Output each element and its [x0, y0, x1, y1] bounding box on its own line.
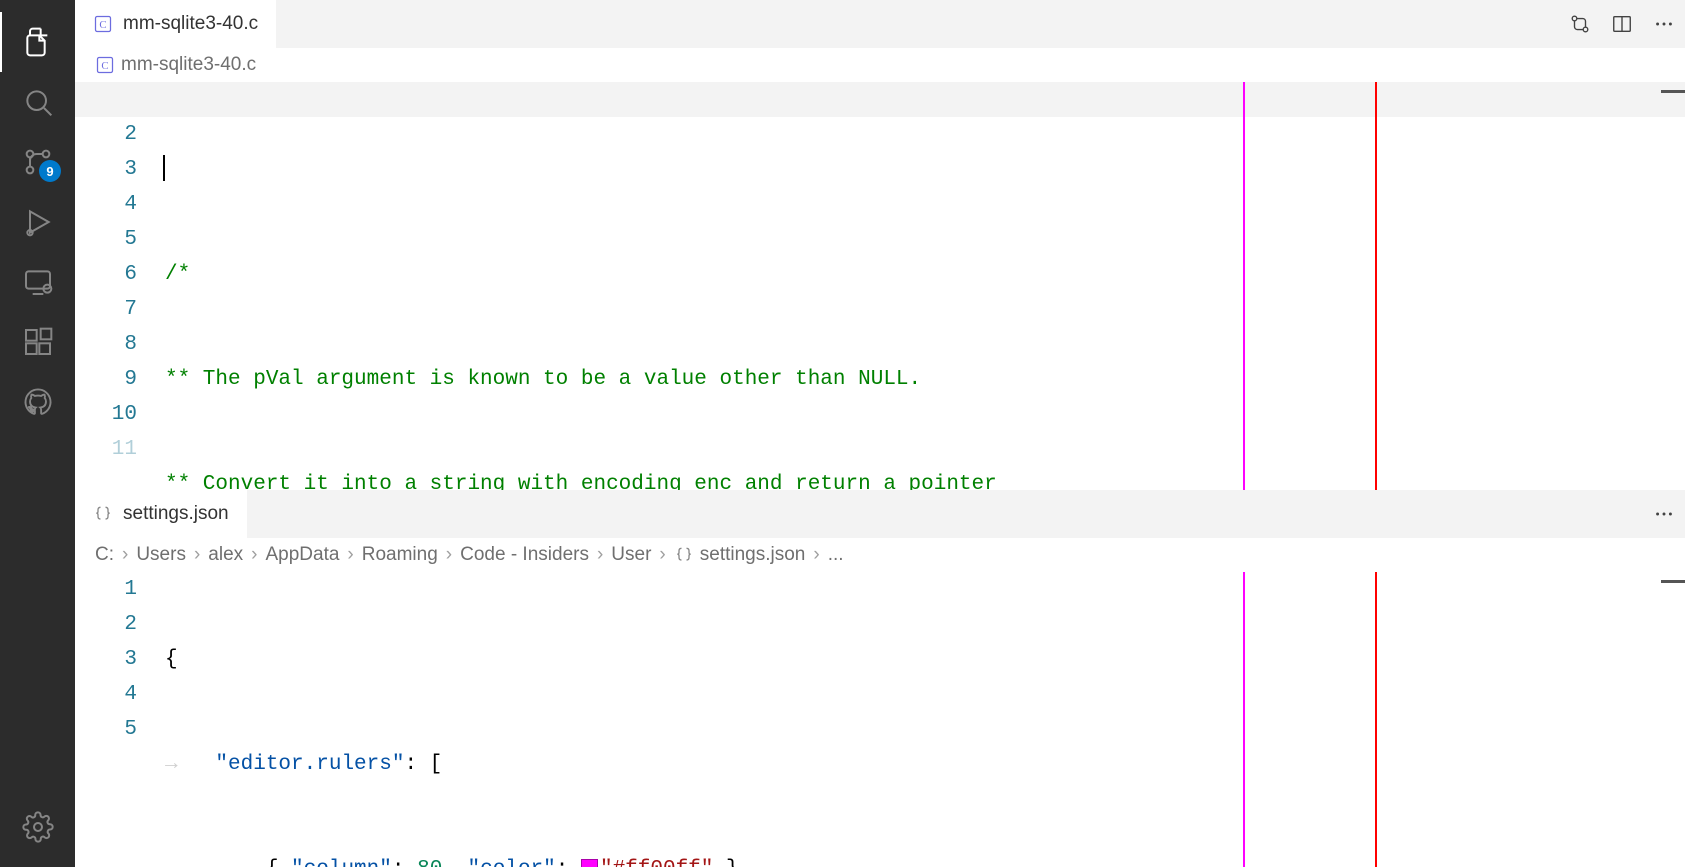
svg-text:C: C: [99, 19, 106, 31]
ruler-90: [1375, 82, 1377, 490]
tab-label: mm-sqlite3-40.c: [123, 13, 258, 35]
breadcrumb-segment[interactable]: Code - Insiders: [460, 544, 589, 566]
chevron-right-icon: ›: [192, 544, 202, 566]
compare-changes-button[interactable]: [1569, 13, 1591, 35]
ellipsis-icon: [1653, 13, 1675, 35]
chevron-right-icon: ›: [811, 544, 821, 566]
run-debug-icon: [22, 206, 54, 238]
text-cursor: [163, 155, 165, 181]
ellipsis-icon: [1653, 503, 1675, 525]
c-file-icon: C: [93, 14, 113, 34]
split-editor-button[interactable]: [1611, 13, 1633, 35]
chevron-right-icon: ›: [595, 544, 605, 566]
breadcrumb-segment[interactable]: User: [611, 544, 651, 566]
breadcrumb-top[interactable]: C mm-sqlite3-40.c: [75, 48, 1685, 82]
code-area-top[interactable]: 1 2 3 4 5 6 7 8 9 10 11 /* ** The pVal a…: [75, 82, 1685, 490]
extensions-icon: [22, 326, 54, 358]
chevron-right-icon: ›: [657, 544, 667, 566]
more-actions-button[interactable]: [1653, 13, 1675, 35]
more-actions-button[interactable]: [1653, 503, 1675, 525]
scm-badge: 9: [39, 160, 61, 182]
split-icon: [1611, 13, 1633, 35]
ruler-80: [1243, 572, 1245, 867]
remote-activity[interactable]: [0, 252, 75, 312]
breadcrumb-segment[interactable]: Roaming: [362, 544, 438, 566]
chevron-right-icon: ›: [444, 544, 454, 566]
breadcrumb-segment[interactable]: ...: [828, 544, 844, 566]
code-content-top[interactable]: /* ** The pVal argument is known to be a…: [165, 82, 1685, 490]
explorer-activity[interactable]: [0, 12, 75, 72]
tab-mm-sqlite3[interactable]: C mm-sqlite3-40.c: [75, 0, 277, 48]
extensions-activity[interactable]: [0, 312, 75, 372]
editor-area: C mm-sqlite3-40.c C mm-sqlite3-40.c: [75, 0, 1685, 867]
breadcrumb-segment[interactable]: Users: [136, 544, 186, 566]
svg-text:C: C: [101, 60, 108, 72]
c-file-icon: C: [95, 55, 115, 75]
gutter-bottom: 1 2 3 4 5: [75, 572, 165, 867]
tab-bar-bottom: settings.json: [75, 490, 1685, 538]
json-file-icon: [674, 545, 694, 565]
breadcrumb-segment[interactable]: C:: [95, 544, 114, 566]
code-area-bottom[interactable]: 1 2 3 4 5 { → "editor.rulers": [ → → { "…: [75, 572, 1685, 867]
tab-actions-top: [1559, 0, 1685, 48]
color-swatch-magenta[interactable]: [581, 859, 598, 867]
breadcrumb-bottom[interactable]: C: › Users › alex › AppData › Roaming › Code …: [75, 538, 1685, 572]
breadcrumb-segment[interactable]: alex: [208, 544, 243, 566]
activity-bar: 9: [0, 0, 75, 867]
remote-explorer-icon: [22, 266, 54, 298]
settings-activity[interactable]: [0, 797, 75, 857]
breadcrumb-segment[interactable]: settings.json: [700, 544, 806, 566]
ruler-80: [1243, 82, 1245, 490]
tab-label: settings.json: [123, 503, 229, 525]
code-content-bottom[interactable]: { → "editor.rulers": [ → → { "column": 8…: [165, 572, 1685, 867]
github-activity[interactable]: [0, 372, 75, 432]
gear-icon: [22, 811, 54, 843]
run-debug-activity[interactable]: [0, 192, 75, 252]
ruler-90: [1375, 572, 1377, 867]
chevron-right-icon: ›: [249, 544, 259, 566]
chevron-right-icon: ›: [120, 544, 130, 566]
json-file-icon: [93, 504, 113, 524]
breadcrumb-segment[interactable]: AppData: [265, 544, 339, 566]
compare-icon: [1569, 13, 1591, 35]
gutter-top: 1 2 3 4 5 6 7 8 9 10 11: [75, 82, 165, 490]
scm-activity[interactable]: 9: [0, 132, 75, 192]
tab-bar-top: C mm-sqlite3-40.c: [75, 0, 1685, 48]
github-icon: [23, 387, 53, 417]
tab-actions-bottom: [1643, 490, 1685, 538]
editor-group-bottom: settings.json C: › Users › alex › AppData › …: [75, 490, 1685, 867]
search-icon: [22, 86, 54, 118]
files-icon: [22, 26, 54, 58]
chevron-right-icon: ›: [345, 544, 355, 566]
tab-settings-json[interactable]: settings.json: [75, 490, 248, 538]
editor-group-top: C mm-sqlite3-40.c C mm-sqlite3-40.c: [75, 0, 1685, 490]
search-activity[interactable]: [0, 72, 75, 132]
breadcrumb-file: mm-sqlite3-40.c: [121, 54, 256, 76]
